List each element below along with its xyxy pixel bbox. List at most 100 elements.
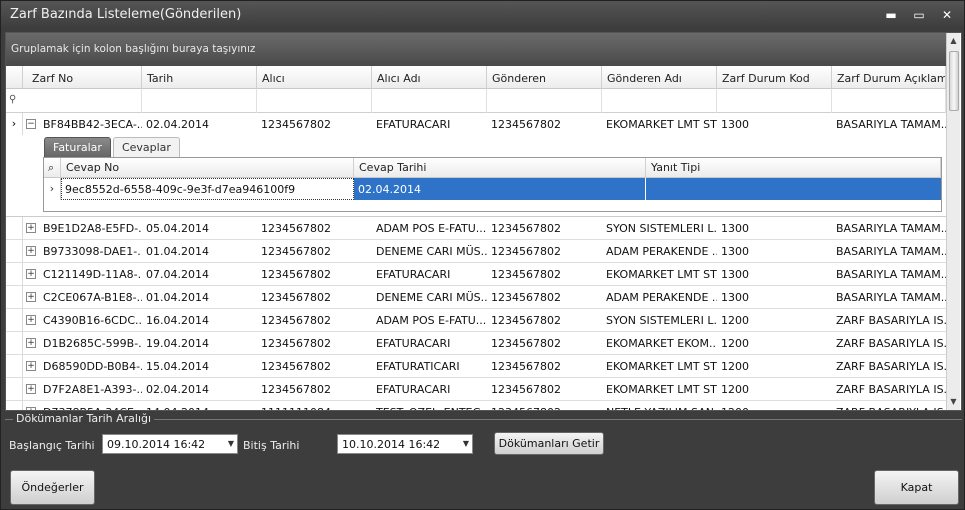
expand-icon[interactable]: + xyxy=(26,338,36,348)
defaults-button[interactable]: Öndeğerler xyxy=(10,470,95,505)
start-date-picker[interactable]: 09.10.2014 16:42 ▼ xyxy=(102,434,238,454)
col-zarf-durum-aciklama[interactable]: Zarf Durum Açıklama xyxy=(832,66,946,89)
cell-zarf-no: C121149D-11A8-... xyxy=(43,268,142,281)
cell-alici-adi: DENEME CARI MÜS... xyxy=(376,291,487,304)
cell-alici-adi: EFATURACARI xyxy=(376,268,451,281)
table-row[interactable]: + C121149D-11A8-... 07.04.2014 1234567802 EF… xyxy=(6,263,946,286)
tab-faturalar[interactable]: Faturalar xyxy=(44,137,111,157)
filter-row[interactable]: ⚲ xyxy=(6,89,946,113)
filter-gonderen[interactable] xyxy=(487,89,602,113)
main-window: Zarf Bazında Listeleme(Gönderilen) ▬ ▭ ✕… xyxy=(0,0,965,510)
filter-alici[interactable] xyxy=(257,89,372,113)
cell-alici: 1234567802 xyxy=(261,268,331,281)
row-indicator xyxy=(6,401,23,410)
table-row[interactable]: + C4390B16-6CDC... 16.04.2014 1234567802 ADA… xyxy=(6,309,946,332)
col-gonderen[interactable]: Gönderen xyxy=(487,66,602,89)
responses-row-selected[interactable]: › 9ec8552d-6558-409c-9e3f-d7ea946100f9 0… xyxy=(44,178,941,200)
cell-alici: 1234567802 xyxy=(261,314,331,327)
expand-icon[interactable]: + xyxy=(26,315,36,325)
table-row[interactable]: + B9E1D2A8-E5FD-... 05.04.2014 1234567802 AD… xyxy=(6,217,946,240)
table-row[interactable]: + D68590DD-B0B4-... 15.04.2014 1234567802 EF… xyxy=(6,355,946,378)
cell-tarih: 07.04.2014 xyxy=(146,268,209,281)
expand-icon[interactable]: + xyxy=(26,407,36,410)
close-button[interactable]: Kapat xyxy=(874,470,959,505)
table-row[interactable]: + D7F2A8E1-A393-... 02.04.2014 1234567802 EF… xyxy=(6,378,946,401)
table-row[interactable]: + C2CE067A-B1E8-... 01.04.2014 1234567802 DE… xyxy=(6,286,946,309)
col-alici-adi[interactable]: Alıcı Adı xyxy=(372,66,487,89)
table-row[interactable]: + B9733098-DAE1-... 01.04.2014 1234567802 DE… xyxy=(6,240,946,263)
expand-icon[interactable]: + xyxy=(26,361,36,371)
col-yanit-tipi[interactable]: Yanıt Tipi xyxy=(646,158,941,178)
filter-zarf-durum-aciklama[interactable] xyxy=(832,89,946,113)
collapse-icon[interactable]: − xyxy=(26,119,36,129)
table-row-expanded[interactable]: › − BF84BB42-3ECA-... 02.04.2014 123456780… xyxy=(6,113,946,136)
filter-zarf-durum-kod[interactable] xyxy=(717,89,832,113)
table-row[interactable]: +D7378B5A-34CE-...14.04.20141111111084TE… xyxy=(6,401,946,410)
scroll-up-icon[interactable]: ▲ xyxy=(947,34,960,48)
cell-gonderen: 1234567802 xyxy=(491,268,561,281)
expand-icon[interactable]: + xyxy=(26,269,36,279)
expand-icon[interactable]: + xyxy=(26,223,36,233)
cell-alici-adi: DENEME CARI MÜS... xyxy=(376,245,487,258)
cell-gonderen: 1234567802 xyxy=(491,118,561,131)
cell-gonderen-adi: EKOMARKET EKOM... xyxy=(606,337,717,350)
filter-icon[interactable]: ⚲ xyxy=(9,94,16,105)
cell-gonderen: 1234567802 xyxy=(491,291,561,304)
col-tarih[interactable]: Tarih xyxy=(142,66,257,89)
cell-alici-adi: ADAM POS E-FATU... xyxy=(376,222,487,235)
cell-gonderen-adi: EKOMARKET LMT STI. xyxy=(606,383,717,396)
expand-icon[interactable]: + xyxy=(26,292,36,302)
cell-alici: 1234567802 xyxy=(261,222,331,235)
expand-icon[interactable]: + xyxy=(26,246,36,256)
filter-alici-adi[interactable] xyxy=(372,89,487,113)
minimize-icon[interactable]: ▬ xyxy=(882,7,900,23)
search-icon[interactable]: ⌕ xyxy=(44,158,61,178)
vertical-scrollbar[interactable]: ▲ ▼ xyxy=(946,33,960,410)
cell-alici-adi: TEST_OZEL_ENTEG... xyxy=(372,401,487,410)
cell-tarih: 02.04.2014 xyxy=(146,118,209,131)
end-date-label: Bitiş Tarihi xyxy=(243,439,300,452)
cevap-tarihi-cell[interactable]: 02.04.2014 xyxy=(354,178,646,200)
chevron-down-icon[interactable]: ▼ xyxy=(228,439,234,448)
cell-zarf-no: D7378B5A-34CE-... xyxy=(39,401,142,410)
header-indicator xyxy=(6,66,23,89)
scroll-down-icon[interactable]: ▼ xyxy=(947,395,960,409)
maximize-icon[interactable]: ▭ xyxy=(910,7,928,23)
row-indicator xyxy=(6,263,23,286)
col-cevap-no[interactable]: Cevap No xyxy=(61,158,354,178)
cell-alici-adi: EFATURACARI xyxy=(376,337,451,350)
tab-cevaplar[interactable]: Cevaplar xyxy=(112,137,180,157)
group-panel[interactable]: Gruplamak için kolon başlığını buraya ta… xyxy=(6,33,946,66)
cell-zarf-no: B9733098-DAE1-... xyxy=(43,245,142,258)
envelope-grid: Gruplamak için kolon başlığını buraya ta… xyxy=(5,32,962,411)
cevap-no-cell[interactable]: 9ec8552d-6558-409c-9e3f-d7ea946100f9 xyxy=(61,178,354,200)
end-date-picker[interactable]: 10.10.2014 16:42 ▼ xyxy=(337,434,473,454)
cell-zarf-no: D7F2A8E1-A393-... xyxy=(43,383,142,396)
cell-alici: 1234567802 xyxy=(261,360,331,373)
cell-alici-adi: ADAM POS E-FATU... xyxy=(376,314,487,327)
col-zarf-durum-kod[interactable]: Zarf Durum Kod xyxy=(717,66,832,89)
title-bar[interactable]: Zarf Bazında Listeleme(Gönderilen) ▬ ▭ ✕ xyxy=(1,1,964,29)
grid-header: Zarf No Tarih Alıcı Alıcı Adı Gönderen Gönder… xyxy=(6,66,946,89)
cell-zarf-durum-kod: 1300 xyxy=(721,245,749,258)
close-icon[interactable]: ✕ xyxy=(938,7,956,23)
filter-tarih[interactable] xyxy=(142,89,257,113)
yanit-tipi-cell[interactable] xyxy=(646,178,941,200)
cell-gonderen-adi: NETLE YAZILIM SAN... xyxy=(602,401,717,410)
cell-zarf-durum-aciklama: ZARF BASARIYLA IS... xyxy=(836,383,946,396)
col-gonderen-adi[interactable]: Gönderen Adı xyxy=(602,66,717,89)
cell-alici-adi: EFATURACARI xyxy=(376,383,451,396)
col-zarf-no[interactable]: Zarf No xyxy=(23,66,142,89)
cell-zarf-durum-kod: 1200 xyxy=(721,337,749,350)
table-row[interactable]: + D1B2685C-599B-... 19.04.2014 1234567802 EF… xyxy=(6,332,946,355)
col-alici[interactable]: Alıcı xyxy=(257,66,372,89)
chevron-down-icon[interactable]: ▼ xyxy=(463,439,469,448)
expand-icon[interactable]: + xyxy=(26,384,36,394)
cell-zarf-no: C4390B16-6CDC... xyxy=(43,314,142,327)
fetch-documents-button[interactable]: Dökümanları Getir xyxy=(494,432,604,455)
filter-zarf-no[interactable] xyxy=(23,89,142,113)
col-cevap-tarihi[interactable]: Cevap Tarihi xyxy=(354,158,646,178)
row-indicator xyxy=(6,286,23,309)
filter-gonderen-adi[interactable] xyxy=(602,89,717,113)
scroll-thumb[interactable] xyxy=(949,51,959,111)
